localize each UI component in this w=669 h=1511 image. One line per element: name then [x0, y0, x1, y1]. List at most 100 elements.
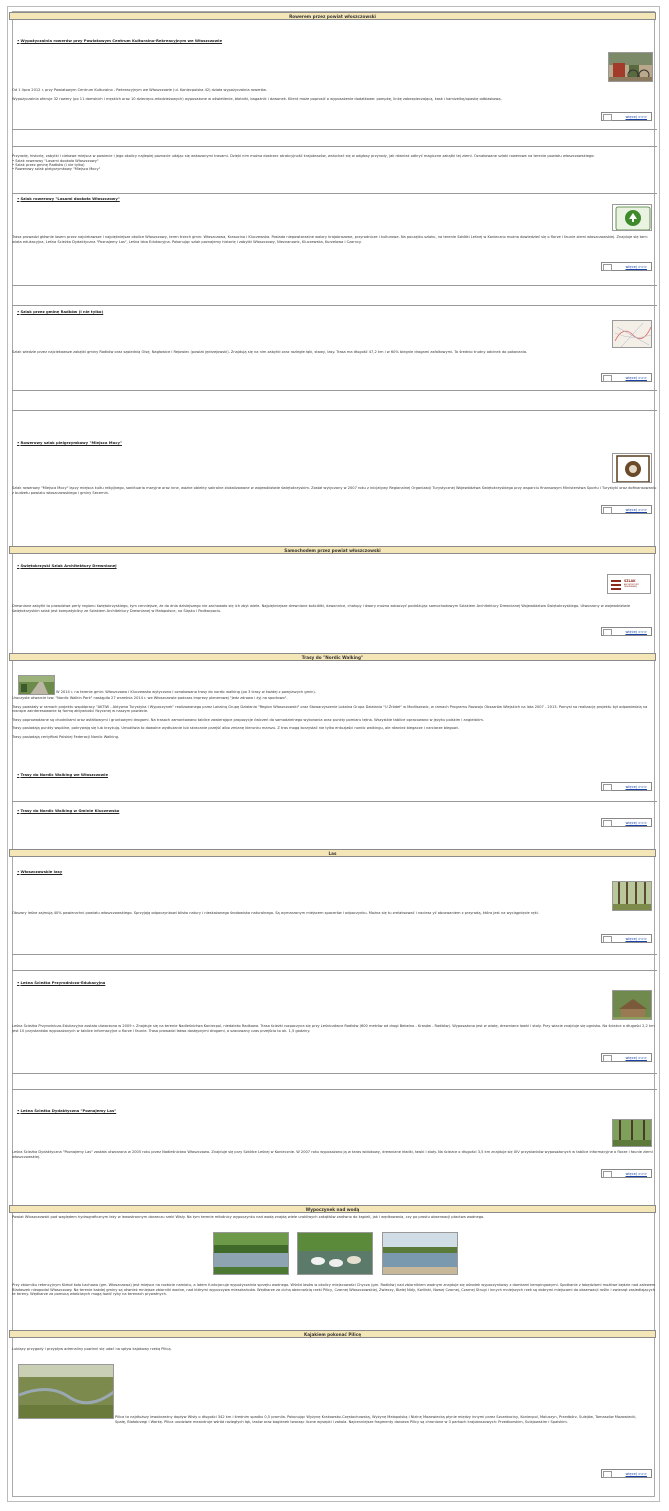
lasy-title-text[interactable]: Włoszczowskie lasy [20, 869, 62, 874]
lasami-title[interactable]: •Szlak rowerowy "Lasami dookoła Włoszczo… [17, 196, 120, 201]
more-button-lasy[interactable]: więcej >>> [601, 934, 652, 943]
section-header-nordic: Trasy do "Nordic Walking" [9, 653, 656, 661]
more-button-drewniana[interactable]: więcej >>> [601, 627, 652, 636]
more-link[interactable]: więcej >>> [625, 376, 647, 380]
more-button-dydaktyczna[interactable]: więcej >>> [601, 1169, 652, 1178]
nordic-p1b: Uroczyste otwarcie tzw. "Nordic Walkin P… [12, 696, 288, 700]
wypozyczalnia-p1: Od 1 lipca 2012 r. przy Powiatowym Centr… [12, 88, 267, 92]
lasy-photo[interactable] [612, 881, 652, 911]
dydaktyczna-photo[interactable] [612, 1119, 652, 1147]
lasami-title-text[interactable]: Szlak rowerowy "Lasami dookoła Włoszczow… [20, 196, 119, 201]
nordic-p4: Trasy posiadają punkty wspólne, pokrywaj… [12, 726, 459, 731]
nordic-text: Uroczyste otwarcie tzw. "Nordic Walkin P… [12, 696, 657, 740]
lasami-text: Trasa prowadzi głównie lasem przez najci… [12, 235, 657, 244]
radkow-title[interactable]: •Szlak przez gminę Radków (i nie tylko) [17, 309, 103, 314]
radkow-title-text[interactable]: Szlak przez gminę Radków (i nie tylko) [20, 309, 103, 314]
more-link[interactable]: więcej >>> [625, 1472, 647, 1476]
drewniana-title[interactable]: •Świętokrzyski Szlak Architektury Drewni… [17, 563, 117, 568]
lasy-paragraph: Obszary leśne zajmują 40% powierzchni po… [12, 911, 539, 915]
lasami-paragraph: Trasa prowadzi głównie lasem przez najci… [12, 235, 648, 244]
more-link[interactable]: więcej >>> [625, 115, 647, 119]
radkow-map-thumbnail[interactable] [612, 320, 652, 348]
intro-list-item: • Rowerowy szlak pielgrzymkowy "Miejsca … [12, 167, 101, 172]
nordic-p3: Trasy poprowadzone są chodnikami oraz as… [12, 717, 485, 722]
divider [12, 193, 657, 194]
mocy-logo[interactable] [612, 453, 652, 483]
divider [12, 970, 657, 971]
woda-p2: Przy zbiorniku retencyjnym Klekoł koło Ł… [12, 1283, 656, 1297]
lasami-logo[interactable] [612, 204, 652, 231]
section-header-las: Las [9, 849, 656, 857]
more-link[interactable]: więcej >>> [625, 937, 647, 941]
nordic-p1: W 2014 r. na terenie gmin: Włoszczowa i … [56, 690, 316, 694]
kajak-photo[interactable] [18, 1364, 114, 1419]
more-button-kajak[interactable]: więcej >>> [601, 1469, 652, 1478]
mocy-title-text[interactable]: Rowerowy szlak pielgrzymkowy "Miejsca Mo… [20, 440, 121, 445]
more-button-sciezka[interactable]: więcej >>> [601, 1053, 652, 1062]
woda-text-2: Przy zbiorniku retencyjnym Klekoł koło Ł… [12, 1283, 657, 1297]
lasy-text: Obszary leśne zajmują 40% powierzchni po… [12, 911, 657, 916]
more-link[interactable]: więcej >>> [625, 630, 647, 634]
dydaktyczna-title[interactable]: •Leśna Ścieżka Dydaktyczna "Poznajemy La… [17, 1108, 116, 1113]
divider [12, 1089, 657, 1090]
more-link[interactable]: więcej >>> [625, 785, 647, 789]
more-link[interactable]: więcej >>> [625, 1172, 647, 1176]
lasy-title[interactable]: •Włoszczowskie lasy [17, 869, 62, 874]
more-button-mocy[interactable]: więcej >>> [601, 505, 652, 514]
drewniana-text: Drewniane zabytki to prawdziwe perły reg… [12, 604, 657, 613]
divider [12, 305, 657, 306]
more-button-radkow[interactable]: więcej >>> [601, 373, 652, 382]
wypozyczalnia-title-text[interactable]: Wypożyczalnia rowerów przy Powiatowym Ce… [20, 38, 222, 43]
sciezka-paragraph: Leśna Ścieżka Przyrodniczo-Edukacyjna zo… [12, 1024, 655, 1033]
nordic-p5: Trasy posiadają certyfikat Polskiej Fede… [12, 734, 120, 739]
divider [12, 954, 657, 955]
more-button-wypozyczalnia[interactable]: więcej >>> [601, 112, 652, 121]
more-button-lasami[interactable]: więcej >>> [601, 262, 652, 271]
mocy-title[interactable]: •Rowerowy szlak pielgrzymkowy "Miejsca M… [17, 440, 122, 445]
kajak-text-2: Pilica to najdłuższy lewobrzeżny dopływ … [115, 1415, 645, 1424]
woda-photo-lake[interactable] [213, 1232, 289, 1275]
nordic-link-wloszczowa[interactable]: •Trasy do Nordic Walking we Włoszczowie [17, 772, 108, 777]
more-link[interactable]: więcej >>> [625, 508, 647, 512]
section-header-kajak: Kajakiem pokonać Pilicę [9, 1330, 656, 1338]
radkow-paragraph: Szlak wiedzie przez najciekawsze zakątki… [12, 350, 528, 354]
divider [12, 285, 657, 286]
woda-photo-swans[interactable] [297, 1232, 373, 1275]
drewniana-logo-line1: SZLAK [624, 579, 636, 583]
more-link[interactable]: więcej >>> [625, 1056, 647, 1060]
sciezka-photo[interactable] [612, 990, 652, 1020]
bike-rental-thumbnail[interactable] [608, 52, 653, 82]
divider [12, 1073, 657, 1074]
divider [12, 390, 657, 391]
nordic-intro: W 2014 r. na terenie gmin: Włoszczowa i … [56, 690, 636, 695]
wypozyczalnia-title[interactable]: •Wypożyczalnia rowerów przy Powiatowym C… [17, 38, 247, 44]
dydaktyczna-paragraph: Leśna Ścieżka Dydaktyczna "Poznajemy Las… [12, 1150, 653, 1159]
wypozyczalnia-text: Od 1 lipca 2012 r. przy Powiatowym Centr… [12, 88, 657, 101]
intro-paragraph: Przyrodę, historię, zabytki i ciekawe mi… [12, 154, 595, 158]
kajak-p1: Lubiący przygody i przypływ adrenaliny p… [12, 1347, 172, 1351]
woda-text-1: Powiat Włoszczowski pod względem hydrogr… [12, 1215, 657, 1220]
nordic-link-kluczewsko-text[interactable]: Trasy do Nordic Walking w Gminie Kluczew… [20, 808, 119, 813]
woda-photo-shore[interactable] [382, 1232, 458, 1275]
section-header-rowerem: Rowerem przez powiat włoszczowski [9, 12, 656, 20]
mocy-paragraph: Szlak rowerowy "Miejsca Mocy" łączy miej… [12, 486, 657, 495]
nordic-link-wloszczowa-text[interactable]: Trasy do Nordic Walking we Włoszczowie [20, 772, 108, 777]
intro-text: Przyrodę, historię, zabytki i ciekawe mi… [12, 154, 657, 172]
more-link[interactable]: więcej >>> [625, 265, 647, 269]
more-link[interactable]: więcej >>> [625, 821, 647, 825]
nordic-link-kluczewsko[interactable]: •Trasy do Nordic Walking w Gminie Klucze… [17, 808, 119, 813]
mocy-text: Szlak rowerowy "Miejsca Mocy" łączy miej… [12, 486, 657, 495]
drewniana-logo-line2: ARCHITEKTURY DREWNIANEJ [624, 584, 639, 589]
drewniana-title-text[interactable]: Świętokrzyski Szlak Architektury Drewnia… [20, 563, 116, 568]
kajak-p2: Pilica to najdłuższy lewobrzeżny dopływ … [115, 1415, 637, 1424]
kajak-text-1: Lubiący przygody i przypływ adrenaliny p… [12, 1347, 657, 1352]
dydaktyczna-text: Leśna Ścieżka Dydaktyczna "Poznajemy Las… [12, 1150, 657, 1159]
more-button-nordic-2[interactable]: więcej >>> [601, 818, 652, 827]
sciezka-title-text[interactable]: Leśna Ścieżka Przyrodniczo-Edukacyjna [20, 980, 105, 985]
nordic-photo[interactable] [18, 675, 55, 695]
nordic-p2: Trasy powstały w ramach projektu współpr… [12, 704, 648, 714]
more-button-nordic-1[interactable]: więcej >>> [601, 782, 652, 791]
dydaktyczna-title-text[interactable]: Leśna Ścieżka Dydaktyczna "Poznajemy Las… [20, 1108, 116, 1113]
drewniana-logo[interactable]: SZLAK ARCHITEKTURY DREWNIANEJ [607, 574, 651, 594]
sciezka-title[interactable]: •Leśna Ścieżka Przyrodniczo-Edukacyjna [17, 980, 105, 985]
